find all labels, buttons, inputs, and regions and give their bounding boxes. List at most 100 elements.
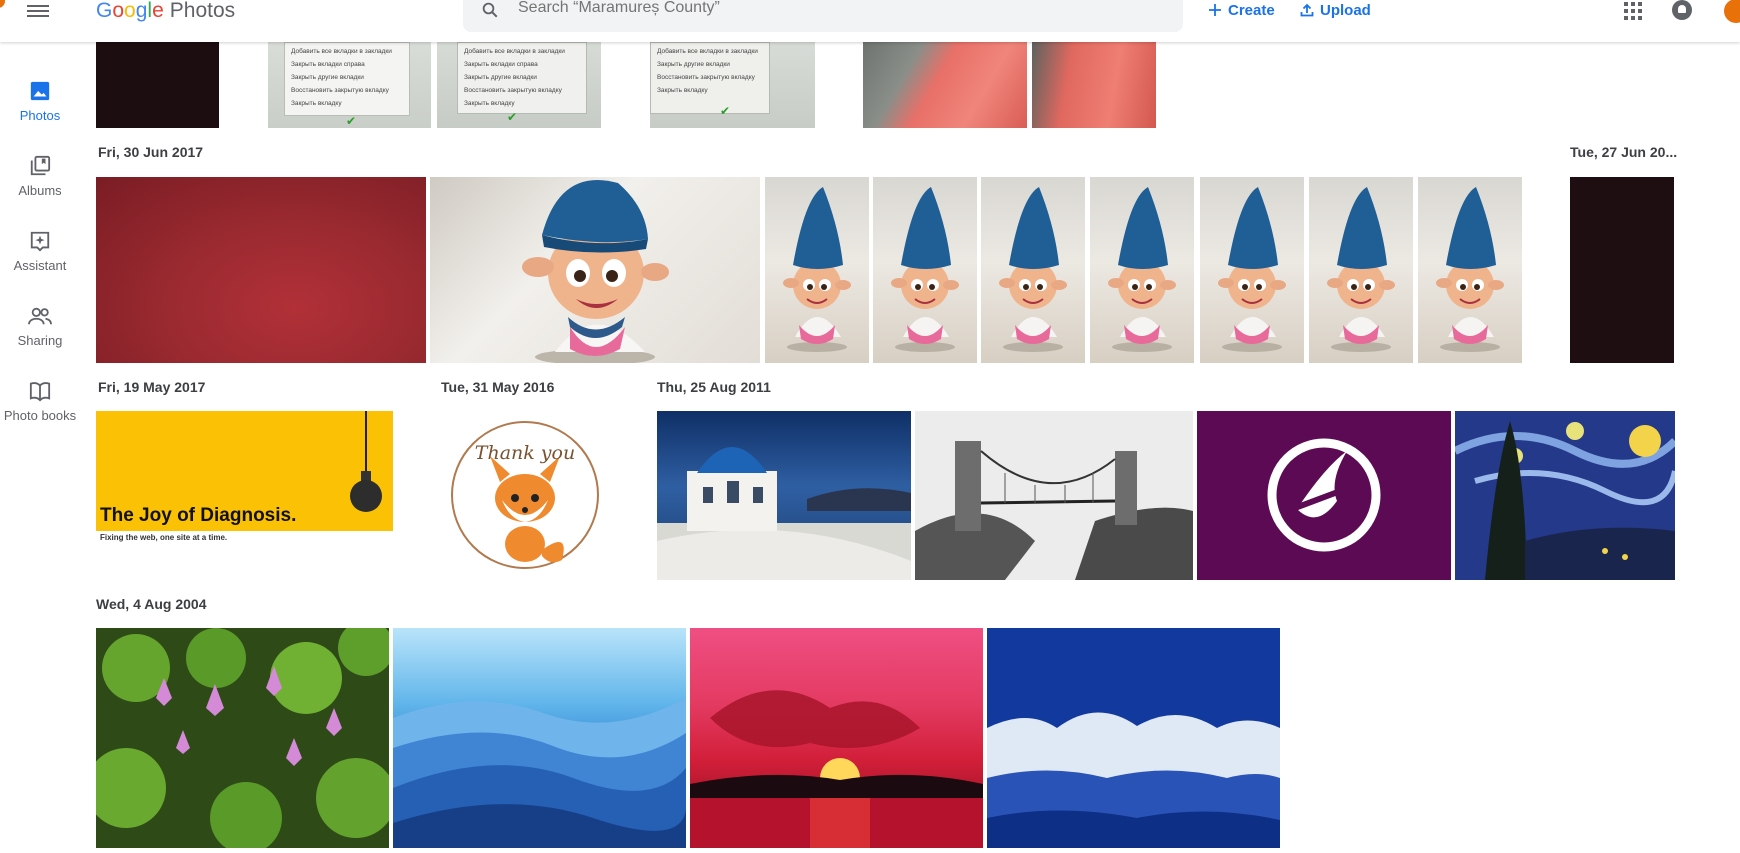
gnome-figure [1436,187,1504,352]
photo-thumbnail[interactable] [690,628,983,848]
water-lilies [96,628,389,848]
joy-title: The Joy of Diagnosis. [100,505,297,526]
sidebar-item-sharing[interactable]: Sharing [0,305,80,348]
photo-thumbnail[interactable] [873,177,977,363]
date-header: Fri, 19 May 2017 [98,379,206,395]
avatar[interactable] [1724,0,1740,23]
photo-thumbnail[interactable] [393,628,686,848]
check-icon: ✔ [507,110,518,124]
date-header: Tue, 27 Jun 20... [1570,144,1678,160]
photo-thumbnail[interactable] [96,42,219,128]
upload-icon [1300,3,1314,17]
search-icon[interactable] [481,1,499,19]
sidebar-item-albums[interactable]: Albums [0,155,80,198]
create-label: Create [1228,1,1275,19]
screenshot-menu-item: Закрыть другие вкладки [657,61,730,68]
starry-night-painting [1455,411,1675,580]
red-sunset [690,690,983,848]
photo-thumbnail[interactable]: Добавить все вкладки в закладки Закрыть … [650,42,815,128]
screenshot-menu-item: Закрыть другие вкладки [464,74,537,81]
circular-emblem-logo [1267,438,1381,552]
santorini-church [657,447,911,580]
photo-thumbnail[interactable]: The Joy of Diagnosis. Fixing the web, on… [96,411,393,546]
frosted-forest [987,628,1280,848]
sidebar-item-label: Assistant [13,258,67,273]
plus-icon [1209,4,1221,16]
photo-thumbnail[interactable] [96,177,426,363]
blue-mountain-layers [393,698,686,848]
screenshot-menu-item: Восстановить закрытую вкладку [464,87,562,94]
photo-thumbnail[interactable] [430,177,760,363]
photo-thumbnail[interactable] [765,177,869,363]
sidebar-item-label: Sharing [17,333,63,348]
photo-books-icon [29,382,51,402]
sidebar-item-photos[interactable]: Photos [0,80,80,123]
photo-thumbnail[interactable] [96,628,389,848]
sidebar-item-assistant[interactable]: Assistant [0,230,80,273]
screenshot-menu-item: Закрыть вкладки справа [291,61,365,68]
photos-icon [30,81,50,101]
photo-thumbnail[interactable] [987,628,1280,848]
photo-thumbnail[interactable] [657,411,911,580]
apps-icon[interactable] [1624,2,1642,20]
notifications-icon[interactable] [1672,0,1692,20]
top-app-bar: GooglePhotos Create Upload [0,0,1740,42]
gnome-figure [1218,187,1286,352]
logo-product: Photos [169,0,236,22]
screenshot-menu-item: Восстановить закрытую вкладку [657,74,755,81]
screenshot-menu-item: Закрыть вкладку [291,100,342,107]
photo-thumbnail[interactable] [1570,177,1674,363]
suspension-bridge-engraving [915,411,1193,580]
photo-thumbnail[interactable] [1455,411,1675,580]
joy-subtitle: Fixing the web, one site at a time. [100,533,228,542]
photo-thumbnail[interactable] [1090,177,1194,363]
upload-button[interactable]: Upload [1300,0,1371,20]
check-icon: ✔ [720,104,731,118]
gnome-figure [999,187,1067,352]
partial-avatar-edge [0,0,5,8]
photo-thumbnail[interactable] [1309,177,1413,363]
date-header: Thu, 25 Aug 2011 [657,379,771,395]
photo-thumbnail[interactable]: Добавить все вкладки в закладки Закрыть … [437,42,601,128]
gnome-figure [1108,187,1176,352]
sidebar-item-photo-books[interactable]: Photo books [0,380,80,423]
create-button[interactable]: Create [1208,0,1275,20]
google-photos-logo[interactable]: Google Photos [96,0,235,23]
menu-icon[interactable] [27,2,49,20]
photo-thumbnail[interactable] [1197,411,1451,580]
date-header: Wed, 4 Aug 2004 [96,596,207,612]
search-bar[interactable] [463,0,1183,32]
photo-thumbnail[interactable] [1200,177,1304,363]
sidebar-item-label: Photo books [3,408,77,423]
screenshot-menu-item: Восстановить закрытую вкладку [291,87,389,94]
albums-icon [30,155,51,176]
gnome-figure [783,187,851,352]
screenshot-menu-item: Добавить все вкладки в закладки [657,48,758,55]
screenshot-menu-item: Закрыть вкладку [464,100,515,107]
photo-thumbnail[interactable] [1032,42,1156,128]
sidebar-item-label: Albums [18,183,62,198]
screenshot-menu-item: Закрыть другие вкладки [291,74,364,81]
photo-thumbnail[interactable]: Thank you [450,420,600,570]
gnome-figure [1327,187,1395,352]
check-icon: ✔ [346,114,357,128]
search-input[interactable] [518,0,1118,17]
upload-label: Upload [1320,1,1371,19]
screenshot-menu-item: Добавить все вкладки в закладки [464,48,565,55]
gnome-figure [522,179,669,363]
date-header: Tue, 31 May 2016 [441,379,555,395]
gnome-figure [891,187,959,352]
lightbulb-icon [350,411,382,512]
logo-google: Google [96,0,164,22]
photo-thumbnail[interactable] [1418,177,1522,363]
screenshot-menu-item: Закрыть вкладку [657,87,708,94]
assistant-icon [30,231,50,252]
sharing-icon [28,307,52,325]
photo-thumbnail[interactable] [915,411,1193,580]
photo-thumbnail[interactable] [863,42,1027,128]
photo-thumbnail[interactable]: Добавить все вкладки в закладки Закрыть … [268,42,431,128]
photo-thumbnail[interactable] [981,177,1085,363]
sidebar-item-label: Photos [19,108,61,123]
screenshot-menu-item: Закрыть вкладки справа [464,61,538,68]
screenshot-menu-item: Добавить все вкладки в закладки [291,48,392,55]
